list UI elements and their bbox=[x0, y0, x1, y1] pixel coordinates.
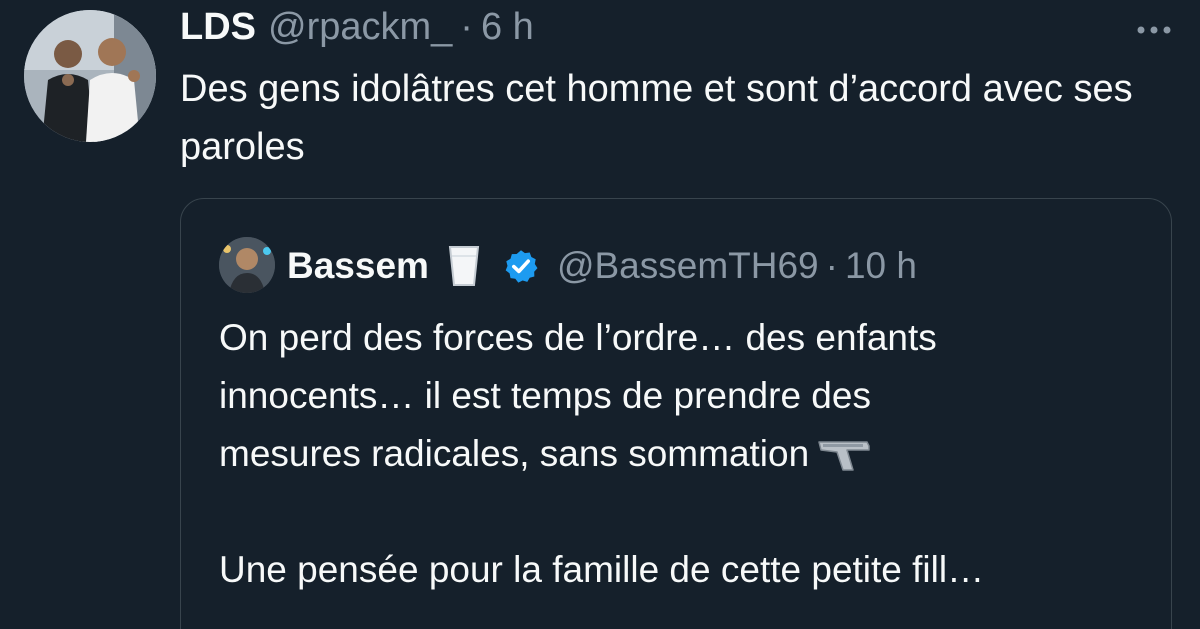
quoted-handle: @BassemTH69 bbox=[556, 245, 819, 286]
quoted-header-separator: · bbox=[825, 245, 838, 286]
tweet-text: Des gens idolâtres cet homme et sont d’a… bbox=[180, 68, 1133, 168]
quoted-text-paragraph-2: Une pensée pour la famille de cette peti… bbox=[219, 549, 985, 590]
pistol-icon bbox=[818, 441, 870, 471]
author-handle[interactable]: @rpackm_ bbox=[268, 6, 452, 49]
quoted-text-line-1: On perd des forces de l’ordre… des enfan… bbox=[219, 317, 937, 358]
header-separator: · bbox=[460, 5, 473, 48]
quoted-timestamp: 10 h bbox=[844, 245, 917, 286]
avatar-photo bbox=[24, 10, 156, 142]
tweet-header: LDS @rpackm_ · 6 h bbox=[180, 4, 534, 50]
verified-badge-icon bbox=[505, 250, 538, 283]
more-options-button[interactable] bbox=[1130, 10, 1178, 50]
quoted-text-line-2: innocents… il est temps de prendre des bbox=[219, 375, 871, 416]
author-display-name[interactable]: LDS bbox=[180, 6, 256, 49]
author-avatar[interactable] bbox=[24, 10, 156, 142]
more-horizontal-icon bbox=[1137, 26, 1171, 34]
quoted-text-line-3: mesures radicales, sans sommation bbox=[219, 433, 810, 474]
quoted-tweet-header: Bassem @BassemTH69 · 10 h bbox=[287, 241, 917, 291]
quoted-tweet-text: On perd des forces de l’ordre… des enfan… bbox=[219, 309, 1149, 599]
milk-glass-icon bbox=[448, 246, 480, 286]
quoted-avatar-photo bbox=[219, 237, 275, 293]
quoted-tweet[interactable]: Bassem @BassemTH69 · 10 h On perd des fo… bbox=[180, 198, 1172, 629]
quoted-author-avatar[interactable] bbox=[219, 237, 275, 293]
quoted-display-name: Bassem bbox=[287, 245, 429, 286]
tweet-timestamp[interactable]: 6 h bbox=[481, 6, 534, 49]
quoted-text-line-3-wrap: mesures radicales, sans sommation bbox=[219, 425, 1149, 483]
